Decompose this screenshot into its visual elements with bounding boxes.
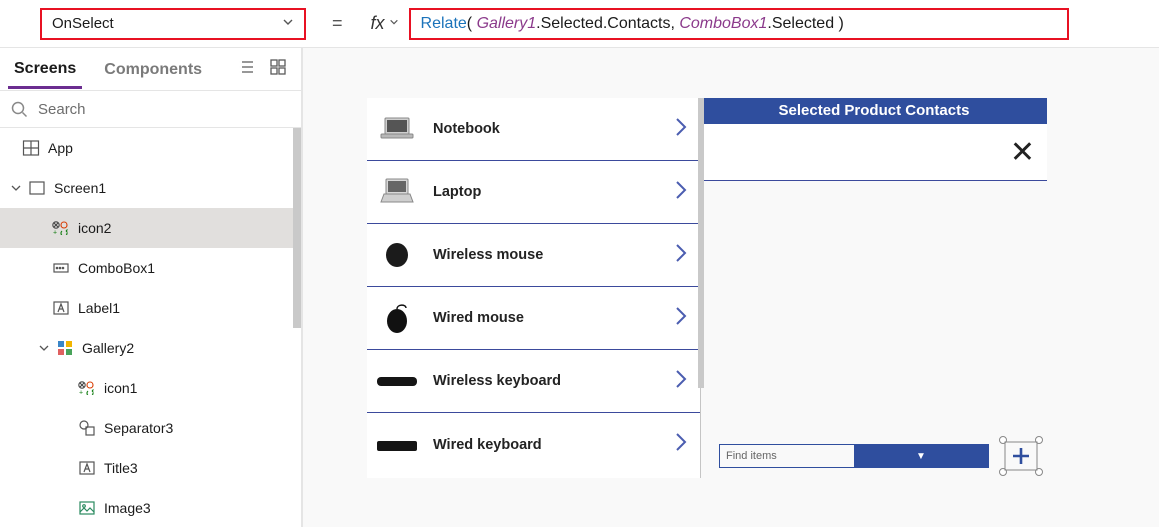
gallery-item[interactable]: Wireless mouse [367,224,700,287]
tree-node-image3[interactable]: Image3 [0,488,301,527]
tree-view: App Screen1 + icon2 [0,128,301,527]
app-icon [22,139,40,157]
svg-text:+: + [53,230,57,236]
chevron-right-icon[interactable] [674,179,688,206]
fx-button[interactable]: fx [361,13,409,34]
tree-node-label: Screen1 [54,180,106,196]
tree-node-label: Separator3 [104,420,173,436]
tree-node-icon1[interactable]: + icon1 [0,368,301,408]
chevron-right-icon[interactable] [674,305,688,332]
separator-icon [78,419,96,437]
tree-node-label: icon1 [104,380,137,396]
formula-input[interactable]: Relate( Gallery1.Selected.Contacts, Comb… [409,8,1069,40]
tree-node-label: App [48,140,73,156]
token-text: .Selected ) [767,15,843,33]
contacts-header: Selected Product Contacts [701,98,1047,124]
property-selector[interactable]: OnSelect [40,8,306,40]
token-text: .Selected.Contacts, [536,15,679,33]
fx-label: fx [371,13,385,34]
tree-node-combobox1[interactable]: ComboBox1 [0,248,301,288]
tree-panel: Screens Components Search App [0,48,302,527]
tree-node-app[interactable]: App [0,128,301,168]
add-icon-selected[interactable] [999,436,1043,476]
tree-node-title3[interactable]: Title3 [0,448,301,488]
product-thumb-icon [375,109,419,149]
equals-label: = [332,13,343,34]
tree-node-label: Gallery2 [82,340,134,356]
contacts-panel: Selected Product Contacts ✕ Find items ▼ [701,98,1047,478]
product-thumb-icon [375,298,419,338]
formula-bar: OnSelect = fx Relate( Gallery1.Selected.… [0,0,1159,48]
app-preview: Notebook Laptop Wireless mouse [367,98,1047,478]
chevron-right-icon[interactable] [674,116,688,143]
token-function: Relate [421,15,467,33]
tree-node-screen1[interactable]: Screen1 [0,168,301,208]
gallery-item[interactable]: Notebook [367,98,700,161]
canvas[interactable]: Notebook Laptop Wireless mouse [302,48,1159,527]
gallery-icon [56,339,74,357]
combobox-placeholder: Find items [720,450,854,462]
tab-screens[interactable]: Screens [8,50,82,89]
grid-view-icon[interactable] [269,58,287,81]
gallery-item[interactable]: Wired mouse [367,287,700,350]
contacts-row: ✕ [701,124,1047,181]
tree-node-label: icon2 [78,220,111,236]
gallery-item[interactable]: Wired keyboard [367,413,700,476]
gallery-item-title: Wired mouse [433,310,524,326]
label-icon [78,459,96,477]
gallery-item-title: Wireless mouse [433,247,543,263]
tree-node-separator3[interactable]: Separator3 [0,408,301,448]
combobox-icon [52,259,70,277]
scrollbar[interactable] [698,98,704,388]
control-icon: + [52,219,70,237]
chevron-right-icon[interactable] [674,242,688,269]
product-gallery[interactable]: Notebook Laptop Wireless mouse [367,98,701,478]
product-thumb-icon [375,235,419,275]
list-view-icon[interactable] [237,58,255,81]
chevron-down-icon [389,16,399,31]
token-paren: ( [467,15,477,33]
gallery-item-title: Wired keyboard [433,437,542,453]
control-icon: + [78,379,96,397]
tree-node-label1[interactable]: Label1 [0,288,301,328]
property-name: OnSelect [52,15,114,32]
tree-node-label: Title3 [104,460,138,476]
tree-node-icon2[interactable]: + icon2 [0,208,301,248]
chevron-down-icon [282,15,294,32]
product-thumb-icon [375,172,419,212]
search-input[interactable]: Search [0,90,301,128]
combobox-finditems[interactable]: Find items ▼ [719,444,989,468]
chevron-right-icon[interactable] [674,368,688,395]
image-icon [78,499,96,517]
gallery-item-title: Notebook [433,121,500,137]
gallery-item[interactable]: Wireless keyboard [367,350,700,413]
gallery-item[interactable]: Laptop [367,161,700,224]
tree-node-label: Label1 [78,300,120,316]
token-ident: Gallery1 [477,15,537,33]
label-icon [52,299,70,317]
chevron-down-icon[interactable]: ▼ [854,445,988,467]
gallery-item-title: Wireless keyboard [433,373,561,389]
tree-node-label: Image3 [104,500,151,516]
screen-icon [28,179,46,197]
gallery-item-title: Laptop [433,184,481,200]
svg-text:+: + [79,390,83,396]
product-thumb-icon [375,425,419,465]
search-placeholder: Search [38,101,86,118]
product-thumb-icon [375,361,419,401]
collapse-icon[interactable] [10,182,22,194]
token-ident: ComboBox1 [679,15,767,33]
chevron-right-icon[interactable] [674,431,688,458]
tree-node-gallery2[interactable]: Gallery2 [0,328,301,368]
collapse-icon[interactable] [38,342,50,354]
tree-node-label: ComboBox1 [78,260,155,276]
tab-components[interactable]: Components [98,51,208,87]
tree-tabs: Screens Components [0,48,301,90]
close-icon[interactable]: ✕ [1010,135,1035,170]
